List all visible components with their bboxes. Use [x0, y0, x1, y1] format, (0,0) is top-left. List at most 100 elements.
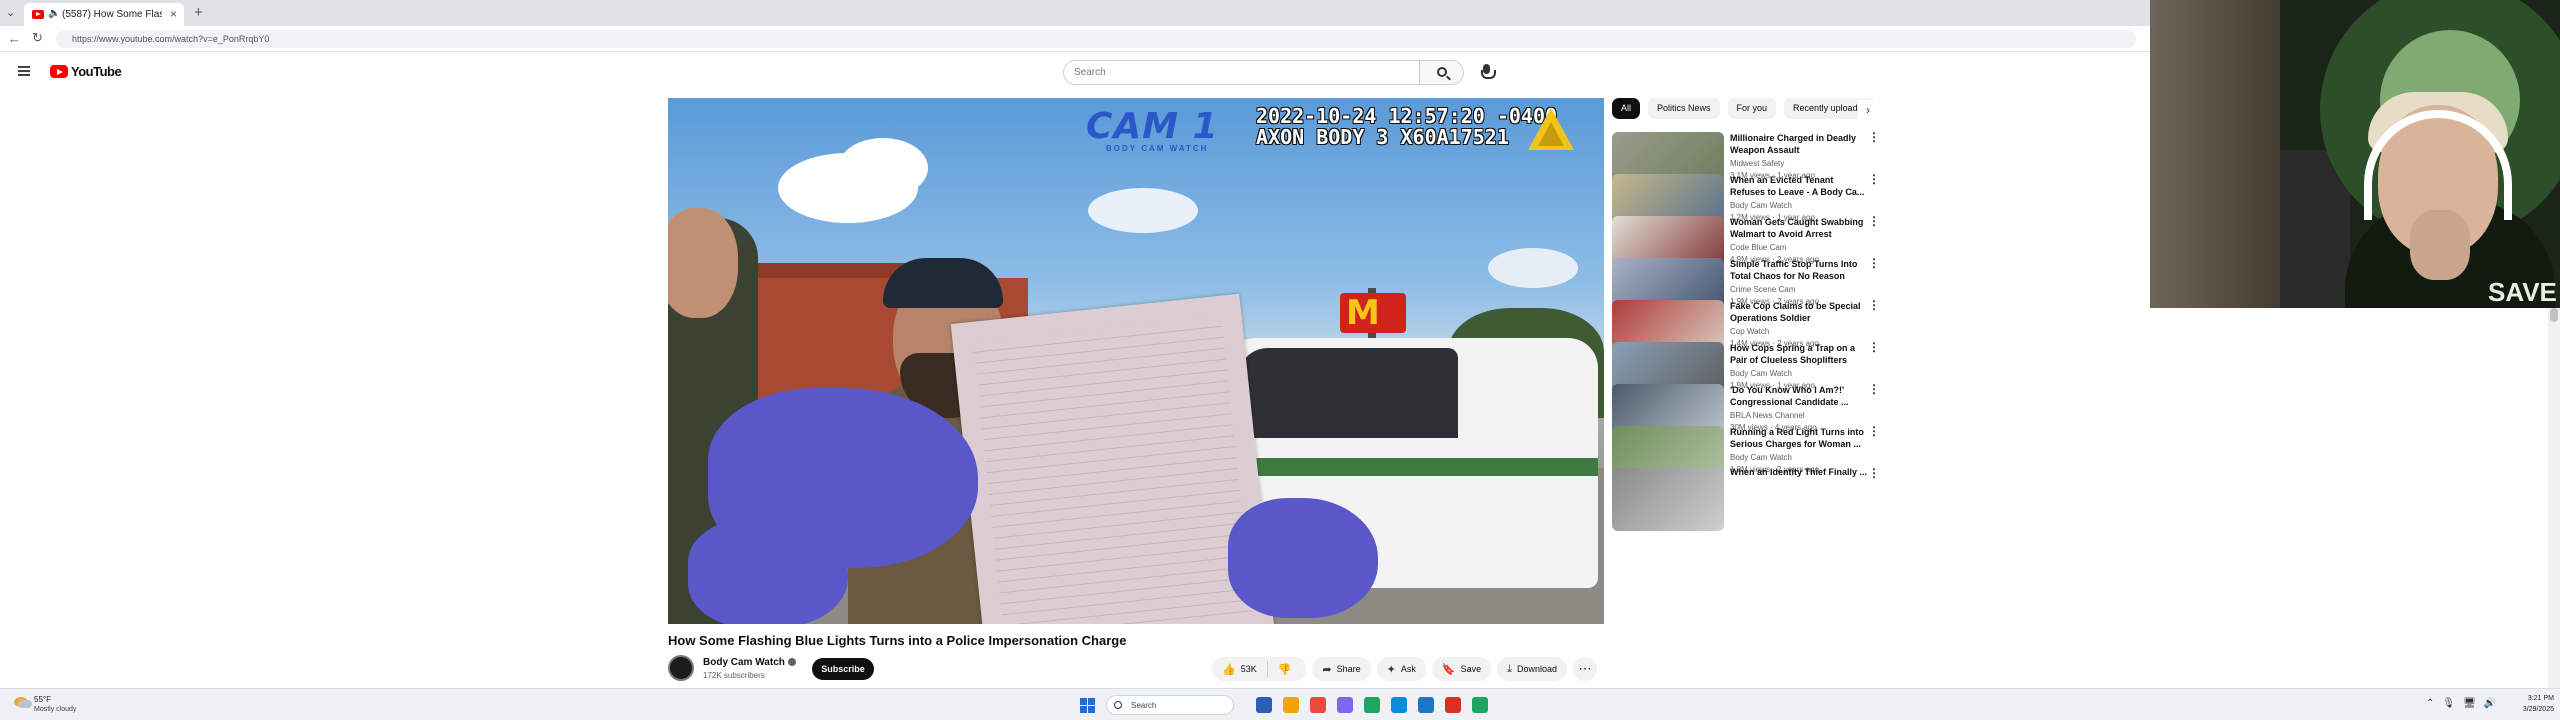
- new-tab-button[interactable]: +: [194, 4, 203, 21]
- reload-icon[interactable]: ↻: [32, 30, 43, 46]
- search-icon: [1437, 67, 1447, 77]
- recommended-title[interactable]: Woman Gets Caught Swabbing Walmart to Av…: [1730, 216, 1868, 240]
- more-options-icon[interactable]: ⋮: [1868, 466, 1880, 480]
- dislike-button[interactable]: 👎: [1268, 657, 1307, 681]
- bodycam-timestamp-overlay: 2022-10-24 12:57:20 -0400 AXON BODY 3 X6…: [1256, 106, 1557, 148]
- recommended-title[interactable]: Simple Traffic Stop Turns Into Total Cha…: [1730, 258, 1868, 282]
- microphone-icon[interactable]: 🎙: [2442, 698, 2455, 709]
- browser-tab-active[interactable]: 🔈 (5587) How Some Flashing Bl... ×: [24, 3, 184, 26]
- download-button[interactable]: ⤓ Download: [1497, 657, 1568, 681]
- save-button[interactable]: 🔖 Save: [1431, 657, 1492, 681]
- recommended-title[interactable]: How Cops Spring a Trap on a Pair of Clue…: [1730, 342, 1868, 366]
- network-icon[interactable]: 🖥: [2463, 698, 2476, 709]
- recommended-title[interactable]: 'Do You Know Who I Am?!' Congressional C…: [1730, 384, 1868, 408]
- taskbar-app-icon[interactable]: [1283, 697, 1299, 713]
- scrollbar-thumb[interactable]: [2550, 308, 2558, 322]
- more-options-icon[interactable]: ⋮: [1868, 214, 1880, 228]
- more-options-icon[interactable]: ⋮: [1868, 130, 1880, 144]
- thumbs-down-icon: 👎: [1277, 663, 1292, 676]
- voice-search-mic-icon[interactable]: [1477, 62, 1497, 82]
- volume-icon[interactable]: 🔊: [2484, 698, 2496, 709]
- browser-tab-strip: ⌄ 🔈 (5587) How Some Flashing Bl... × +: [0, 0, 2150, 26]
- clock-date[interactable]: 3/29/2025: [2500, 706, 2554, 713]
- taskbar-app-icon[interactable]: [1256, 697, 1272, 713]
- subscriber-count: 172K subscribers: [703, 671, 765, 680]
- taskbar-app-icon[interactable]: [1472, 697, 1488, 713]
- ask-label: Ask: [1400, 664, 1416, 674]
- recommended-channel: Midwest Safety: [1730, 159, 1785, 168]
- more-options-icon[interactable]: ⋮: [1868, 298, 1880, 312]
- bodycam-label: CAM 1: [1086, 106, 1219, 147]
- channel-avatar[interactable]: [668, 655, 694, 681]
- weather-cloud-icon[interactable]: [14, 697, 32, 708]
- video-title: How Some Flashing Blue Lights Turns into…: [668, 633, 1127, 648]
- close-tab-icon[interactable]: ×: [170, 7, 177, 21]
- youtube-logo-text: YouTube: [71, 64, 122, 79]
- more-options-icon[interactable]: ⋮: [1868, 424, 1880, 438]
- download-icon: ⤓: [1507, 662, 1512, 675]
- search-button[interactable]: [1420, 60, 1464, 85]
- recommendations-list: 16:29Millionaire Charged in Deadly Weapo…: [1612, 130, 1882, 680]
- taskbar-app-icon[interactable]: [1337, 697, 1353, 713]
- weather-temperature[interactable]: 55°F: [34, 695, 51, 704]
- recommended-video[interactable]: When an Identity Thief Finally ... ⋮: [1612, 466, 1882, 531]
- more-actions-button[interactable]: ⋯: [1573, 657, 1598, 681]
- overlay-device: AXON BODY 3 X60A17521: [1256, 125, 1509, 149]
- recommended-title[interactable]: When an Evicted Tenant Refuses to Leave …: [1730, 174, 1868, 198]
- chevron-right-icon[interactable]: ›: [1858, 100, 1878, 120]
- more-options-icon[interactable]: ⋮: [1868, 256, 1880, 270]
- search-input[interactable]: Search: [1063, 60, 1420, 85]
- like-button[interactable]: 👍 53K: [1212, 657, 1267, 681]
- subscribe-button[interactable]: Subscribe: [812, 658, 874, 680]
- filter-chip[interactable]: Politics News: [1648, 98, 1720, 119]
- recommended-title[interactable]: Running a Red Light Turns into Serious C…: [1730, 426, 1868, 450]
- recommended-channel: Crime Scene Cam: [1730, 285, 1796, 294]
- youtube-logo[interactable]: YouTube: [50, 64, 122, 79]
- channel-name[interactable]: Body Cam Watch: [703, 657, 785, 668]
- clock-time[interactable]: 3:21 PM: [2510, 695, 2554, 702]
- recommendation-filter-chips: All Politics News For you Recently uploaded: [1612, 98, 1874, 120]
- tab-search-chevron-icon[interactable]: ⌄: [6, 7, 18, 19]
- taskbar-search-icon: [1114, 701, 1122, 709]
- hamburger-menu-icon[interactable]: [18, 66, 30, 76]
- verified-icon: [787, 658, 796, 667]
- more-options-icon[interactable]: ⋮: [1868, 382, 1880, 396]
- browser-toolbar: ← ↻ https://www.youtube.com/watch?v=e_Po…: [0, 26, 2150, 52]
- shirt-text: SAVE: [2488, 277, 2557, 307]
- page-scrollbar[interactable]: [2548, 308, 2560, 688]
- recommended-channel: BRLA News Channel: [1730, 411, 1805, 420]
- ask-button[interactable]: ✦ Ask: [1376, 657, 1426, 681]
- weather-description[interactable]: Mostly cloudy: [34, 706, 76, 713]
- video-thumbnail[interactable]: [1612, 468, 1724, 531]
- taskbar-app-icon[interactable]: [1364, 697, 1380, 713]
- taskbar-app-icon[interactable]: [1310, 697, 1326, 713]
- screen: ⌄ 🔈 (5587) How Some Flashing Bl... × + ←…: [0, 0, 2560, 720]
- filter-chip[interactable]: For you: [1727, 98, 1777, 119]
- taskbar-app-icon[interactable]: [1391, 697, 1407, 713]
- taskbar-search-input[interactable]: Search: [1106, 695, 1234, 715]
- share-arrow-icon: ➦: [1322, 663, 1332, 676]
- taskbar-app-icon[interactable]: [1418, 697, 1434, 713]
- windows-start-icon[interactable]: [1080, 698, 1095, 713]
- taskbar-app-icon[interactable]: [1445, 697, 1461, 713]
- more-options-icon[interactable]: ⋮: [1868, 340, 1880, 354]
- more-options-icon[interactable]: ⋮: [1868, 172, 1880, 186]
- tab-title: (5587) How Some Flashing Bl...: [62, 9, 162, 20]
- address-bar[interactable]: https://www.youtube.com/watch?v=e_PonRrq…: [56, 30, 2136, 48]
- recommended-title[interactable]: Fake Cop Claims to be Special Operations…: [1730, 300, 1868, 324]
- back-arrow-icon[interactable]: ←: [8, 31, 21, 46]
- speaker-icon[interactable]: 🔈: [48, 8, 60, 19]
- video-frame: M: [668, 98, 1604, 624]
- recommended-channel: Code Blue Cam: [1730, 243, 1787, 252]
- video-player[interactable]: M CAM 1 BODY CAM WATCH 2022-10-24 12:57:…: [668, 98, 1604, 624]
- recommended-title[interactable]: When an Identity Thief Finally ...: [1730, 466, 1868, 478]
- share-button[interactable]: ➦ Share: [1312, 657, 1371, 681]
- bodycam-sublabel: BODY CAM WATCH: [1106, 144, 1209, 153]
- youtube-play-logo-icon: [50, 65, 68, 78]
- channel-name-row[interactable]: Body Cam Watch: [703, 657, 796, 668]
- recommended-title[interactable]: Millionaire Charged in Deadly Weapon Ass…: [1730, 132, 1868, 156]
- tray-chevron-icon[interactable]: ⌃: [2426, 698, 2434, 709]
- youtube-header: YouTube Search: [0, 52, 2150, 92]
- filter-chip[interactable]: All: [1612, 98, 1641, 119]
- recommended-channel: Body Cam Watch: [1730, 369, 1792, 378]
